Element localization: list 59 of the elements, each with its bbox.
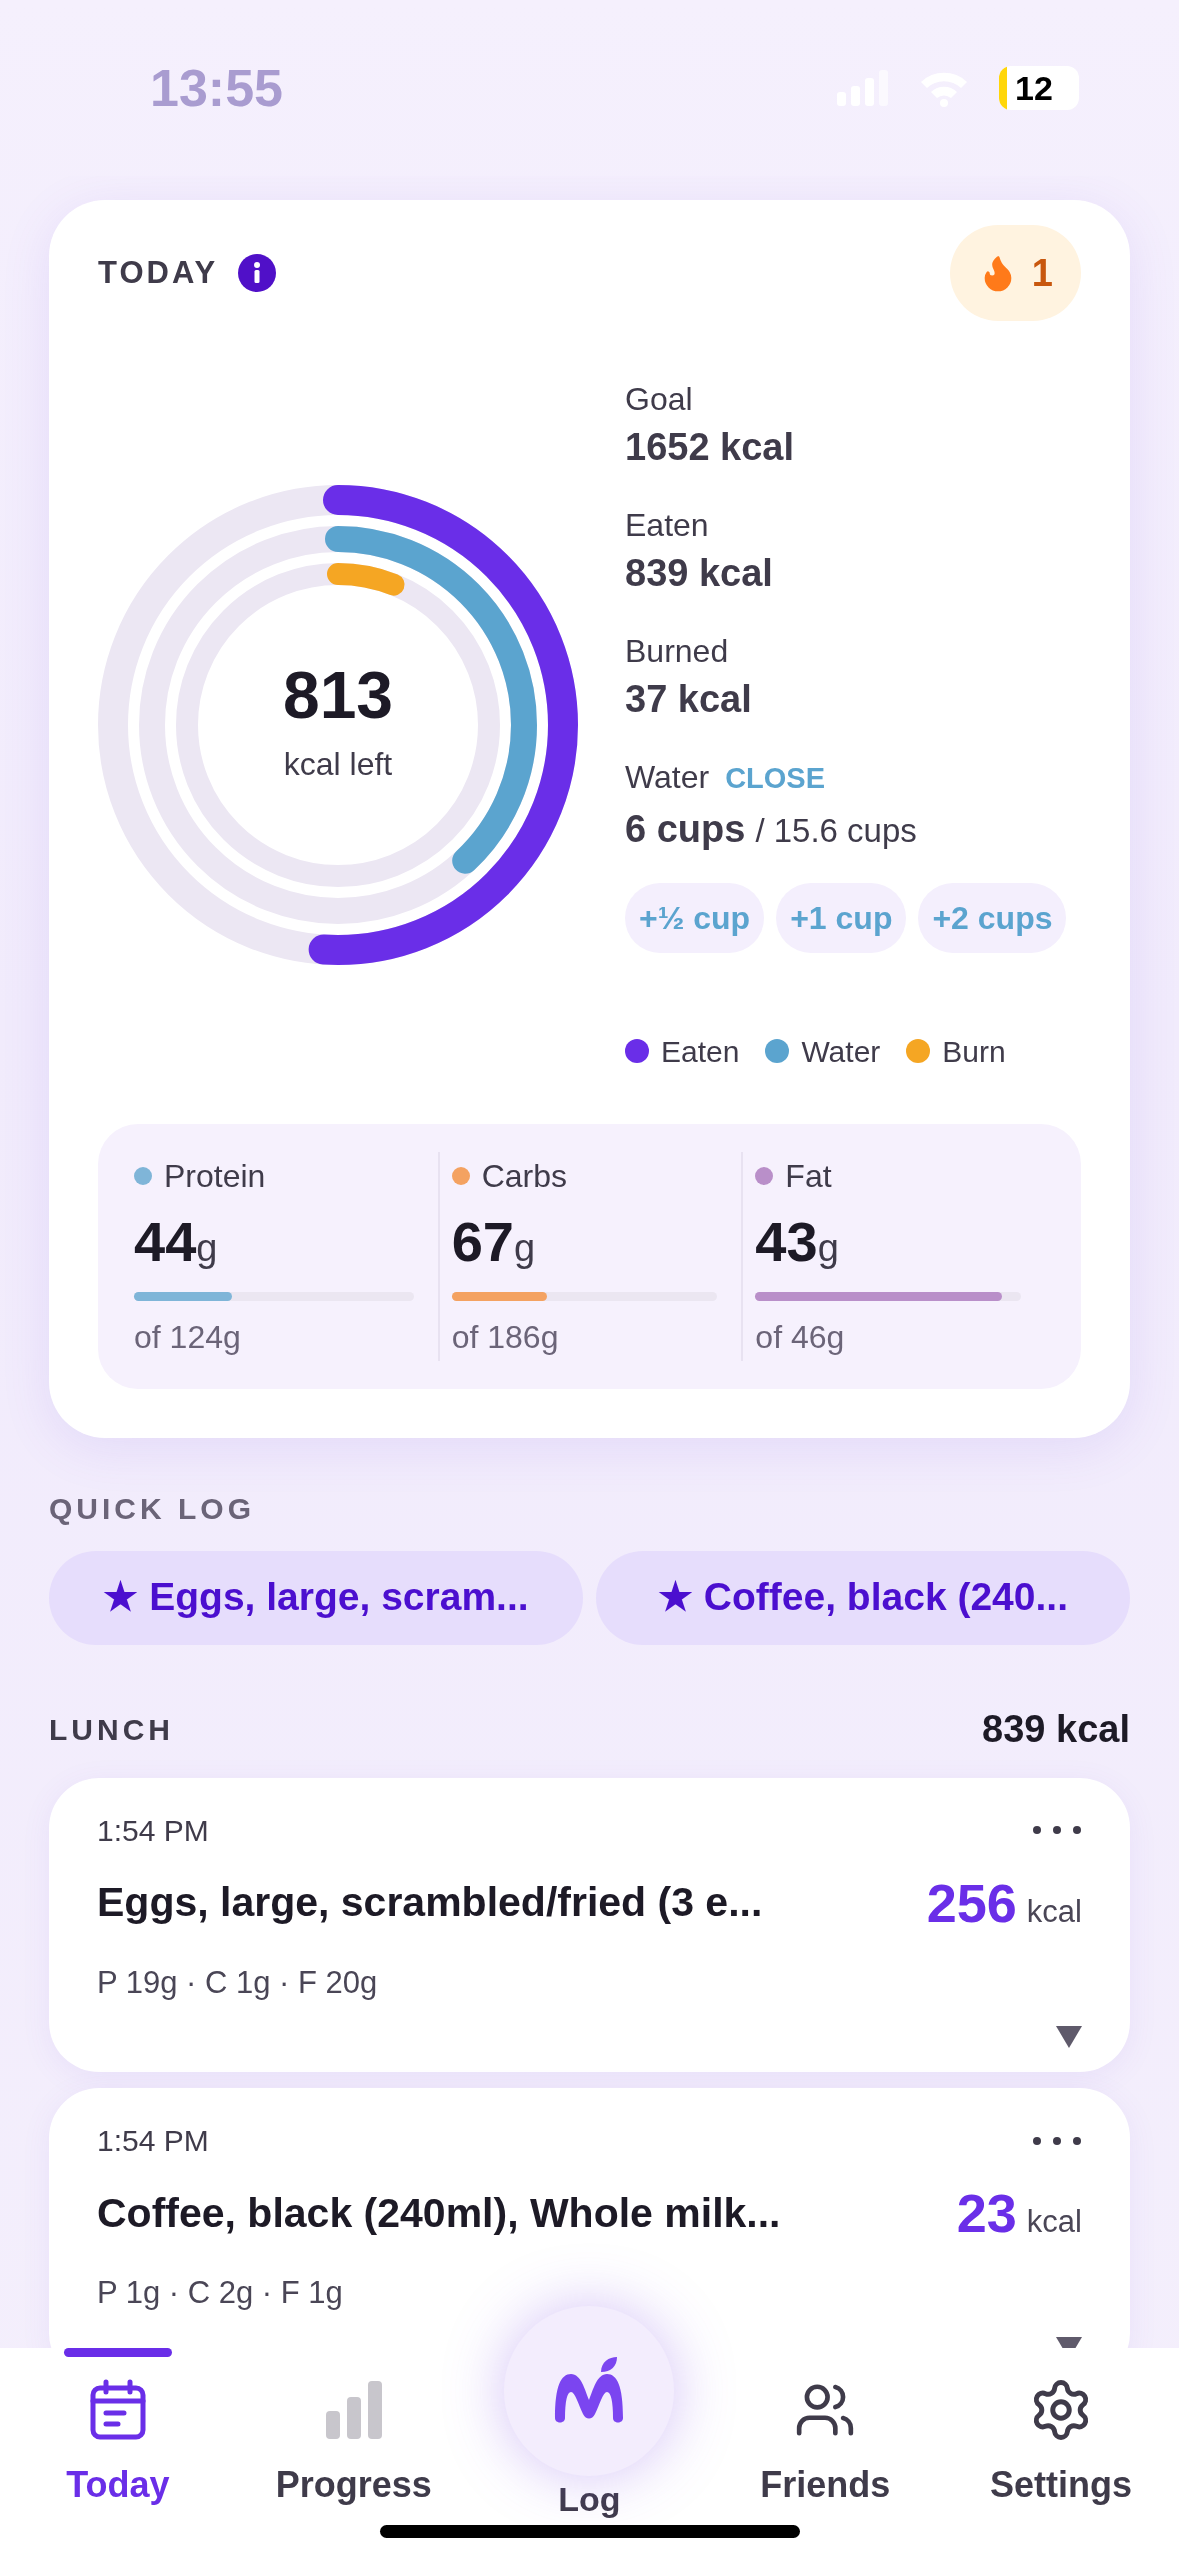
info-icon[interactable] xyxy=(238,254,277,292)
legend-label: Eaten xyxy=(661,1033,740,1070)
water-value: 6 cups xyxy=(625,806,746,852)
macro-goal: of 46g xyxy=(755,1317,846,1357)
stat-label: Eaten xyxy=(625,506,710,545)
stat-value: 1652 kcal xyxy=(625,425,796,470)
food-name: Eggs, large, scrambled/fried (3 e... xyxy=(97,1878,763,1928)
macro-unit: g xyxy=(513,1228,536,1267)
entry-macros: P 1g · C 2g · F 1g xyxy=(97,2274,344,2312)
stat-value: 839 kcal xyxy=(625,551,774,596)
macro-name: Carbs xyxy=(481,1156,567,1196)
food-name: Coffee, black (240ml), Whole milk... xyxy=(97,2188,781,2238)
more-icon[interactable] xyxy=(1032,2135,1082,2146)
tab-button[interactable]: Settings xyxy=(943,2348,1179,2556)
section-title: QUICK LOG xyxy=(49,1490,256,1527)
entry-kcal-unit: kcal xyxy=(1026,2203,1082,2241)
more-icon[interactable] xyxy=(1032,1825,1082,1835)
tab-button[interactable]: Friends xyxy=(707,2348,944,2556)
entry-macros: P 19g · C 1g · F 20g xyxy=(97,1963,379,2002)
macro-unit: g xyxy=(196,1228,218,1267)
legend-label: Burn xyxy=(942,1033,1006,1070)
macro-goal: of 186g xyxy=(451,1317,560,1357)
section-title: LUNCH xyxy=(49,1711,174,1748)
entry-kcal: 256 xyxy=(926,1871,1017,1935)
quick-log-chip[interactable]: ★ Coffee, black (240... xyxy=(596,1550,1130,1645)
stat-label: Water xyxy=(625,758,710,797)
macro-name: Protein xyxy=(164,1156,266,1196)
stat-value: 37 kcal xyxy=(625,677,753,722)
tab-button[interactable]: Progress xyxy=(235,2348,472,2556)
macro-name: Fat xyxy=(785,1156,832,1196)
meal-total: 839 kcal xyxy=(982,1706,1130,1752)
section-title: TODAY xyxy=(98,253,219,292)
water-goal: / 15.6 cups xyxy=(755,810,917,851)
entry-time: 1:54 PM xyxy=(97,2123,209,2159)
macro-value: 67 xyxy=(451,1213,514,1270)
battery-indicator: 12 xyxy=(999,66,1079,110)
streak-badge[interactable]: 1 xyxy=(949,225,1081,321)
legend-label: Water xyxy=(801,1033,881,1070)
expand-caret-icon[interactable] xyxy=(1056,2026,1082,2048)
macro-unit: g xyxy=(817,1228,839,1267)
stat-label: Goal xyxy=(625,380,694,419)
macro-value: 44 xyxy=(134,1213,197,1270)
kcal-left-caption: kcal left xyxy=(283,745,393,785)
entry-time: 1:54 PM xyxy=(97,1812,209,1849)
status-time: 13:55 xyxy=(150,58,283,119)
bar-chart-icon xyxy=(325,2381,382,2439)
stat-label: Burned xyxy=(625,632,730,671)
food-entry-card[interactable]: 1:54 PM Coffee, black (240ml), Whole milk... 23 kcal P 1g · C 2g · F 1g xyxy=(49,2088,1130,2348)
macro-goal: of 124g xyxy=(134,1317,242,1357)
food-entry-card[interactable]: 1:54 PM Eggs, large, scrambled/fried (3 e... 256 kcal P 19g · C 1g · F 20g xyxy=(49,1777,1130,2072)
macro-value: 43 xyxy=(755,1213,818,1270)
streak-count: 1 xyxy=(1031,250,1053,296)
entry-kcal-unit: kcal xyxy=(1026,1892,1082,1931)
tab-label: Log xyxy=(558,2482,621,2516)
quick-log-chip[interactable]: ★ Eggs, large, scram... xyxy=(49,1550,583,1645)
calendar-icon xyxy=(88,2379,147,2441)
entry-kcal: 23 xyxy=(956,2182,1017,2245)
kcal-left-value: 813 xyxy=(282,662,394,729)
tab-button[interactable]: Today xyxy=(0,2348,236,2556)
